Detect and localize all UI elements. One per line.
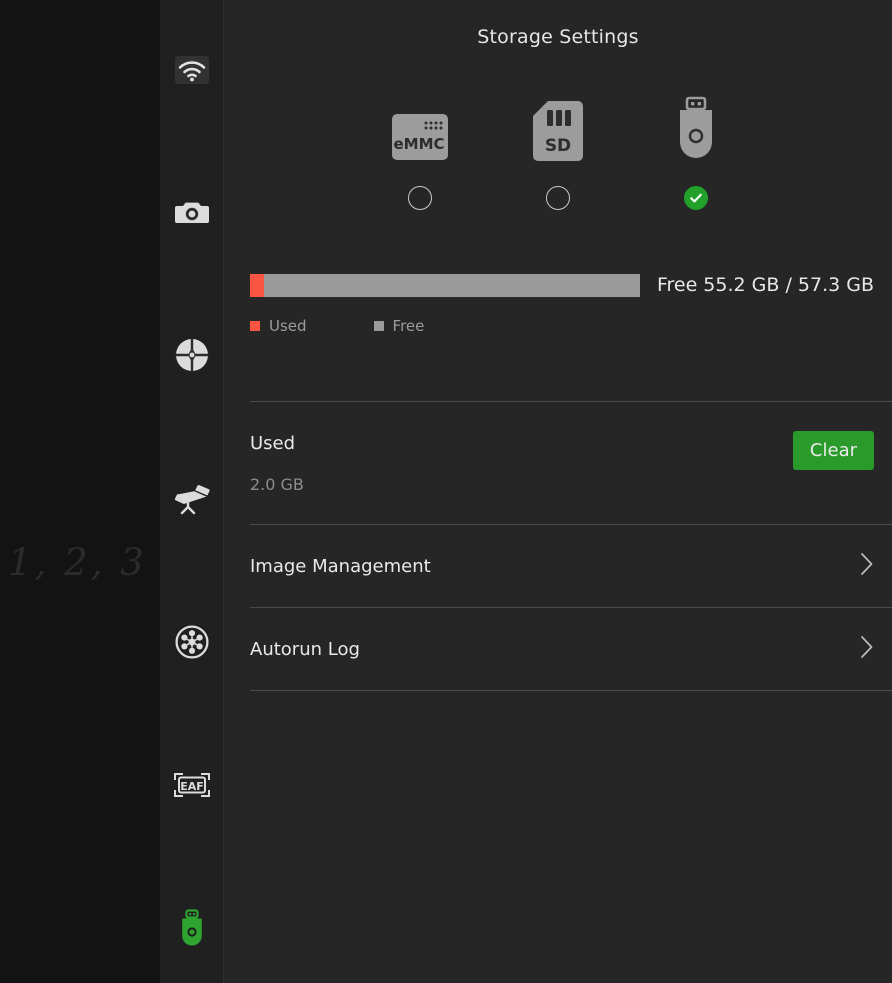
sidebar-item-usb-storage[interactable] [160, 899, 223, 957]
usb-storage-icon [179, 909, 205, 947]
capacity-bar-track [250, 273, 640, 297]
sidebar-item-wifi[interactable] [160, 41, 223, 99]
chevron-right-icon [860, 552, 874, 580]
emmc-label: eMMC [393, 135, 444, 153]
sidebar-item-eaf[interactable]: EAF [160, 756, 223, 814]
list-row-used: Used 2.0 GB Clear [250, 402, 892, 524]
storage-settings-screen: 1, 2, 3 EAF Storage Settings eMMC SD Fre… [0, 0, 892, 983]
device-option-emmc[interactable]: eMMC [365, 100, 475, 210]
sidebar-rail: EAF [160, 0, 224, 983]
device-radio-sd[interactable] [546, 186, 570, 210]
capacity-legend: Used Free [250, 317, 424, 335]
clear-button[interactable]: Clear [792, 431, 874, 470]
emmc-icon: eMMC [390, 100, 450, 162]
image-management-label: Image Management [250, 555, 431, 577]
used-row-title: Used [250, 432, 296, 454]
list-separator [250, 690, 892, 691]
sd-label: SD [545, 136, 571, 156]
settings-list: Used 2.0 GB Clear Image Management Autor… [250, 401, 892, 691]
legend-swatch-free [373, 321, 384, 331]
legend-label-used: Used [269, 317, 307, 335]
legend-item-used: Used [250, 317, 307, 335]
check-icon [688, 190, 704, 206]
page-title: Storage Settings [477, 26, 639, 48]
focuser-target-icon [174, 338, 209, 372]
used-row-value: 2.0 GB [250, 474, 304, 494]
sidebar-item-camera[interactable] [160, 183, 223, 241]
telescope-icon [173, 483, 211, 515]
sidebar-item-filter-wheel[interactable] [160, 613, 223, 671]
legend-swatch-used [250, 321, 260, 331]
device-radio-emmc[interactable] [408, 186, 432, 210]
autorun-log-label: Autorun Log [250, 638, 360, 660]
device-option-sd[interactable]: SD [503, 100, 613, 210]
sd-icon: SD [532, 100, 584, 162]
main-panel: Storage Settings eMMC SD Free 55.2 GB / … [224, 0, 892, 983]
capacity-bar-used [250, 273, 264, 297]
wifi-icon [174, 56, 209, 84]
device-radio-usb[interactable] [684, 186, 708, 210]
svg-text:EAF: EAF [180, 780, 204, 793]
legend-item-free: Free [373, 317, 425, 335]
legend-label-free: Free [392, 317, 425, 335]
camera-icon [174, 198, 209, 226]
list-row-image-management[interactable]: Image Management [250, 525, 892, 607]
device-option-usb[interactable] [641, 96, 751, 210]
filter-wheel-icon [174, 625, 209, 659]
usb-drive-icon [674, 96, 718, 162]
handwriting-watermark: 1, 2, 3 [8, 541, 147, 584]
eaf-icon: EAF [173, 772, 211, 798]
capacity-summary: Free 55.2 GB / 57.3 GB [656, 274, 874, 296]
preview-panel: 1, 2, 3 [0, 0, 160, 983]
sidebar-item-focus-target[interactable] [160, 326, 223, 384]
storage-device-selector: eMMC SD [224, 96, 892, 215]
list-row-autorun-log[interactable]: Autorun Log [250, 608, 892, 690]
sidebar-item-telescope[interactable] [160, 470, 223, 528]
chevron-right-icon [860, 635, 874, 663]
